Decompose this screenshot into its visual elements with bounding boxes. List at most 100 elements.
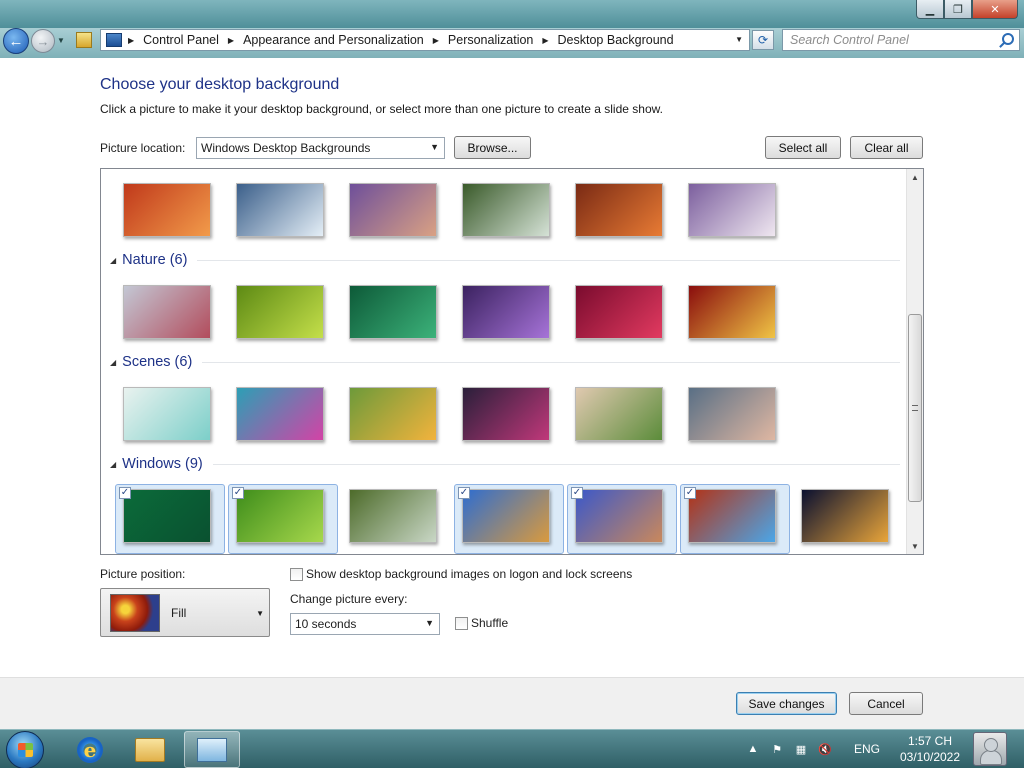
scroll-down-arrow-icon[interactable]: ▼ [907, 538, 923, 554]
thumbnail-lavender-field[interactable] [688, 183, 776, 237]
page-description: Click a picture to make it your desktop … [100, 102, 663, 116]
thumbnail-space-needle[interactable] [688, 489, 776, 543]
windows-logo-icon [18, 743, 33, 757]
breadcrumb-control-panel[interactable]: Control Panel [143, 33, 219, 47]
lock-screen-label[interactable]: Show desktop background images on logon … [306, 567, 632, 581]
picture-location-value: Windows Desktop Backgrounds [201, 141, 371, 155]
minimize-button[interactable]: ▁ [916, 0, 944, 19]
internet-explorer-icon: e [77, 736, 103, 763]
taskbar-control-panel[interactable] [184, 731, 240, 768]
group-header-windows[interactable]: ◢ Windows (9) [110, 456, 900, 472]
main-content: Choose your desktop background Click a p… [0, 58, 1024, 677]
breadcrumb-desktop-background[interactable]: Desktop Background [558, 33, 674, 47]
recent-pages-dropdown[interactable]: ▼ [57, 36, 65, 45]
language-indicator[interactable]: ENG [854, 742, 880, 756]
thumbnail-sand-dune[interactable] [462, 489, 550, 543]
breadcrumb-separator-icon[interactable]: ▶ [542, 36, 548, 45]
thumbnail-waterfall[interactable] [462, 183, 550, 237]
shuffle-label[interactable]: Shuffle [471, 616, 508, 630]
start-button[interactable] [6, 731, 44, 768]
group-divider [202, 361, 900, 363]
cancel-button[interactable]: Cancel [849, 692, 923, 715]
action-center-flag-icon[interactable]: ⚑ [770, 742, 784, 756]
grip-icon [912, 405, 918, 411]
search-icon[interactable] [1002, 33, 1014, 45]
thumbnail-red-canyon[interactable] [123, 183, 211, 237]
thumbnail-night-blossoms[interactable] [462, 387, 550, 441]
network-icon[interactable]: ▦ [794, 742, 808, 756]
search-input[interactable]: Search Control Panel [782, 29, 1020, 51]
user-avatar-icon[interactable] [973, 732, 1007, 766]
thumbnail-green-leaves[interactable] [349, 285, 437, 339]
breadcrumb-separator-icon[interactable]: ▶ [128, 36, 134, 45]
thumbnail-floral-sketch[interactable] [123, 387, 211, 441]
change-interval-select[interactable]: 10 seconds ▼ [290, 613, 440, 635]
maximize-button[interactable]: ❐ [944, 0, 972, 19]
collapse-triangle-icon[interactable]: ◢ [110, 256, 116, 265]
thumbnail-mountain-lake[interactable] [575, 489, 663, 543]
gallery-scrollbar[interactable]: ▲ ▼ [906, 169, 923, 554]
select-all-button[interactable]: Select all [765, 136, 841, 159]
shuffle-checkbox[interactable] [455, 617, 468, 630]
back-button[interactable]: ← [3, 28, 29, 54]
thumbnail-checkbox[interactable]: ✓ [684, 487, 696, 499]
group-title: Windows (9) [122, 456, 203, 472]
collapse-triangle-icon[interactable]: ◢ [110, 460, 116, 469]
save-changes-button[interactable]: Save changes [736, 692, 837, 715]
thumbnail-checkbox[interactable]: ✓ [458, 487, 470, 499]
thumbnail-windows-green[interactable] [123, 489, 211, 543]
thumbnail-rocky-coast-sunset[interactable] [349, 183, 437, 237]
picture-gallery[interactable]: ◢ Nature (6) ◢ Scenes (6) ◢ Windows (9) … [100, 168, 924, 555]
picture-location-select[interactable]: Windows Desktop Backgrounds ▼ [196, 137, 445, 159]
thumbnail-checkbox[interactable]: ✓ [119, 487, 131, 499]
thumbnail-colorful-city[interactable] [236, 387, 324, 441]
show-hidden-icons-icon[interactable]: ▲ [746, 742, 760, 756]
thumbnail-frost-petals[interactable] [123, 285, 211, 339]
volume-muted-icon[interactable]: 🔇 [818, 742, 832, 756]
thumbnail-bubble-garden[interactable] [349, 387, 437, 441]
breadcrumb-separator-icon[interactable]: ▶ [228, 36, 234, 45]
address-dropdown-icon[interactable]: ▼ [735, 35, 743, 44]
group-divider [197, 259, 900, 261]
navigation-bar: ← → ▼ ▶ Control Panel ▶ Appearance and P… [0, 28, 1024, 58]
taskbar-windows-explorer[interactable] [122, 731, 178, 768]
breadcrumb-personalization[interactable]: Personalization [448, 33, 533, 47]
forward-arrow-icon: → [36, 33, 50, 49]
thumbnail-fern[interactable] [236, 489, 324, 543]
thumbnail-succulent[interactable] [236, 285, 324, 339]
address-field[interactable]: ▶ Control Panel ▶ Appearance and Persona… [100, 29, 750, 51]
thumbnail-checkbox[interactable]: ✓ [232, 487, 244, 499]
taskbar-internet-explorer[interactable]: e [62, 731, 118, 768]
thumbnail-purple-thistle[interactable] [462, 285, 550, 339]
lock-screen-checkbox[interactable] [290, 568, 303, 581]
recent-locations-icon[interactable] [76, 32, 92, 48]
scrollbar-thumb[interactable] [908, 314, 922, 502]
thumbnail-checkbox[interactable]: ✓ [571, 487, 583, 499]
clear-all-button[interactable]: Clear all [850, 136, 923, 159]
refresh-button[interactable]: ⟳ [752, 30, 774, 50]
clock[interactable]: 1:57 CH 03/10/2022 [895, 733, 965, 765]
group-header-nature[interactable]: ◢ Nature (6) [110, 252, 900, 268]
group-header-scenes[interactable]: ◢ Scenes (6) [110, 354, 900, 370]
thumbnail-light-arcs[interactable] [801, 489, 889, 543]
thumbnail-waterfall-cliff[interactable] [349, 489, 437, 543]
thumbnail-stone-arch[interactable] [575, 183, 663, 237]
thumbnail-yellow-leaves[interactable] [688, 285, 776, 339]
thumbnail-spring-path[interactable] [575, 387, 663, 441]
forward-button[interactable]: → [31, 29, 55, 53]
thumbnail-red-dahlia[interactable] [575, 285, 663, 339]
browse-button[interactable]: Browse... [454, 136, 531, 159]
thumbnail-paper-mosaic[interactable] [688, 387, 776, 441]
breadcrumb-appearance[interactable]: Appearance and Personalization [243, 33, 424, 47]
change-interval-value: 10 seconds [295, 617, 357, 631]
group-title: Nature (6) [122, 252, 188, 268]
clock-time: 1:57 CH [907, 734, 953, 748]
change-picture-label: Change picture every: [290, 592, 408, 606]
breadcrumb-separator-icon[interactable]: ▶ [433, 36, 439, 45]
dialog-footer: Save changes Cancel [0, 677, 1024, 729]
picture-position-select[interactable]: Fill ▼ [100, 588, 270, 637]
scroll-up-arrow-icon[interactable]: ▲ [907, 169, 923, 185]
close-button[interactable]: ✕ [972, 0, 1018, 19]
collapse-triangle-icon[interactable]: ◢ [110, 358, 116, 367]
thumbnail-ice-lake[interactable] [236, 183, 324, 237]
